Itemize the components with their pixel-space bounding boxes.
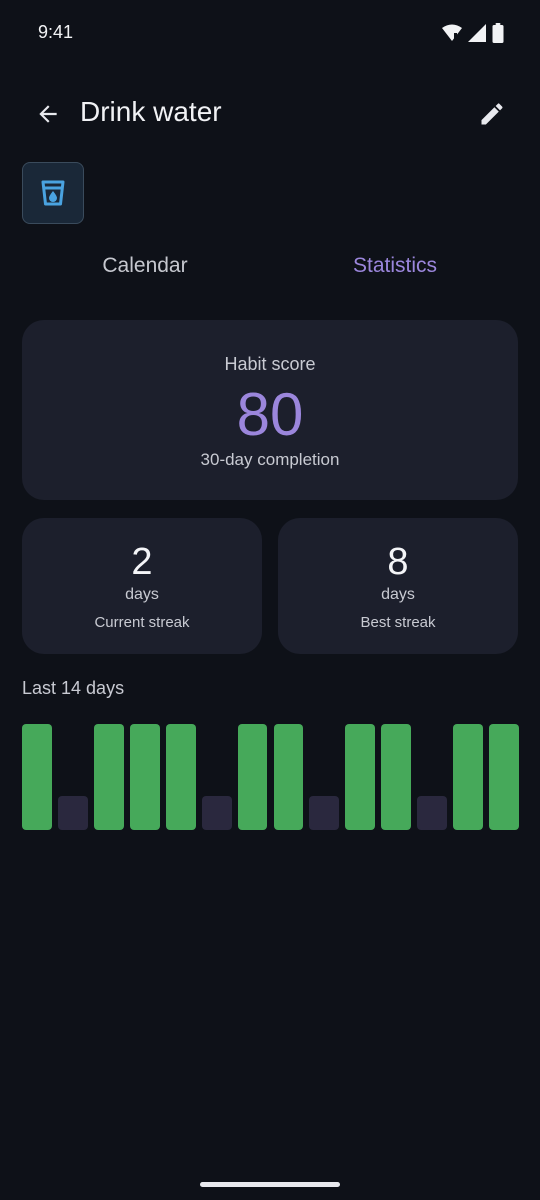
day-bar-missed <box>57 796 88 830</box>
battery-icon <box>492 23 504 43</box>
water-glass-icon <box>41 180 65 206</box>
status-icons <box>442 23 504 43</box>
best-streak-label: Best streak <box>360 614 436 631</box>
home-indicator[interactable] <box>200 1182 340 1187</box>
best-streak-unit: days <box>381 586 415 603</box>
wifi-icon <box>442 24 462 41</box>
back-arrow-icon <box>39 105 57 123</box>
signal-icon <box>468 24 486 42</box>
current-streak-value: 2 <box>131 541 153 583</box>
day-bar-missed <box>309 796 340 830</box>
history-label: Last 14 days <box>22 678 125 698</box>
day-bar-completed <box>165 724 196 830</box>
day-bar-completed <box>381 724 412 830</box>
habit-score-label: Habit score <box>224 354 316 374</box>
pencil-icon <box>481 103 503 125</box>
habit-icon-badge <box>22 162 84 224</box>
tab-statistics[interactable]: Statistics <box>270 248 520 288</box>
current-streak-unit: days <box>125 586 159 603</box>
tab-bar: Calendar Statistics <box>20 248 520 288</box>
day-bar-completed <box>237 724 268 830</box>
tab-calendar[interactable]: Calendar <box>20 248 270 288</box>
current-streak-card: 2 days Current streak <box>22 518 262 654</box>
history-bar-chart <box>22 724 519 830</box>
habit-score-subtitle: 30-day completion <box>200 450 340 469</box>
day-bar-completed <box>489 724 519 830</box>
best-streak-value: 8 <box>387 541 409 583</box>
app-bar: Drink water <box>0 84 540 144</box>
day-bar-completed <box>273 724 304 830</box>
status-time: 9:41 <box>38 22 74 42</box>
page-title: Drink water <box>80 96 222 127</box>
status-bar: 9:41 <box>0 0 540 66</box>
back-button[interactable] <box>26 92 70 136</box>
day-bar-completed <box>453 724 484 830</box>
habit-score-card: Habit score 80 30-day completion <box>22 320 518 500</box>
best-streak-card: 8 days Best streak <box>278 518 518 654</box>
edit-button[interactable] <box>470 92 514 136</box>
day-bar-completed <box>93 724 124 830</box>
day-bar-completed <box>129 724 160 830</box>
day-bar-missed <box>201 796 232 830</box>
habit-score-value: 80 <box>236 381 304 448</box>
day-bar-completed <box>345 724 376 830</box>
day-bar-completed <box>22 724 52 830</box>
current-streak-label: Current streak <box>94 614 190 631</box>
day-bar-missed <box>417 796 448 830</box>
